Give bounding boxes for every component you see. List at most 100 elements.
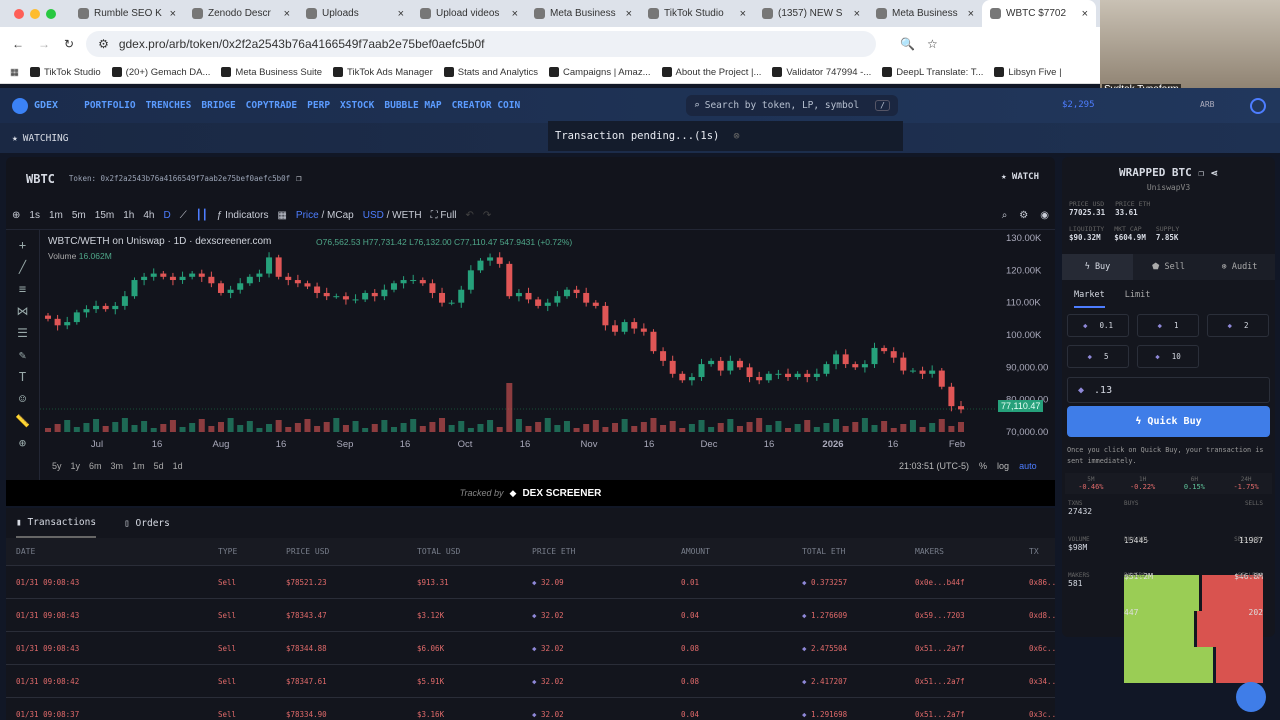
redo-icon[interactable]: ↷	[483, 210, 491, 221]
bookmark-item[interactable]: Meta Business Suite	[221, 67, 322, 78]
range-button[interactable]: 6m	[89, 461, 102, 471]
forward-icon[interactable]: →	[38, 37, 50, 51]
close-tab-icon[interactable]: ×	[968, 8, 974, 20]
undo-icon[interactable]: ↶	[466, 210, 474, 221]
close-tab-icon[interactable]: ×	[170, 8, 176, 20]
tab-buy[interactable]: ϟ Buy	[1062, 254, 1133, 280]
site-settings-icon[interactable]: ⚙	[98, 37, 109, 51]
candle-icon[interactable]: ┃┃	[196, 210, 208, 221]
bookmark-item[interactable]: Libsyn Five |	[994, 67, 1062, 78]
bookmark-item[interactable]: DeepL Translate: T...	[882, 67, 983, 78]
tab-transactions[interactable]: ▮ Transactions	[16, 509, 97, 538]
wallet-balance[interactable]: $2,295	[1062, 100, 1095, 110]
tab-orders[interactable]: ▯ Orders	[124, 518, 170, 529]
quick-buy-button[interactable]: ϟ Quick Buy	[1067, 406, 1270, 437]
bookmark-item[interactable]: TikTok Studio	[29, 67, 101, 78]
browser-tab[interactable]: TikTok Studio ×	[640, 0, 754, 27]
close-tab-icon[interactable]: ×	[740, 8, 746, 20]
close-tab-icon[interactable]: ×	[626, 8, 632, 20]
apps-icon[interactable]: ▦	[10, 67, 19, 78]
nav-item[interactable]: PERP	[307, 100, 330, 111]
profile-icon[interactable]	[1250, 98, 1266, 114]
nav-item[interactable]: XSTOCK	[340, 100, 374, 111]
percent-toggle[interactable]: %	[979, 461, 987, 471]
indicators-button[interactable]: ƒ Indicators	[217, 210, 269, 221]
table-row[interactable]: 01/31 09:08:43 Sell $78521.23 $913.31 ◆ 32.0…	[6, 566, 1055, 599]
chart-type-icon[interactable]: ⟋	[180, 210, 187, 221]
copy-icon[interactable]: ❐	[296, 174, 301, 184]
settings-icon[interactable]: ⚙	[1019, 210, 1028, 221]
table-cell[interactable]: 0x86...bca1	[1029, 578, 1055, 587]
browser-tab[interactable]: Meta Business ×	[526, 0, 640, 27]
browser-tab[interactable]: (1357) NEW S ×	[754, 0, 868, 27]
nav-item[interactable]: CREATOR COIN	[452, 100, 521, 111]
tab-audit[interactable]: ⊛ Audit	[1204, 254, 1275, 280]
price-change[interactable]: 6H 0.15%	[1168, 473, 1221, 494]
close-icon[interactable]: ⊗	[733, 130, 739, 142]
table-row[interactable]: 01/31 09:08:37 Sell $78334.90 $3.16K ◆ 32.02…	[6, 698, 1055, 720]
tab-sell[interactable]: ⬟ Sell	[1133, 254, 1204, 280]
browser-tab[interactable]: Zenodo Descr ×	[184, 0, 298, 27]
add-symbol-icon[interactable]: ⊕	[12, 210, 20, 221]
price-mcap-toggle[interactable]: Price / MCap	[296, 210, 354, 221]
usd-weth-toggle[interactable]: USD / WETH	[363, 210, 422, 221]
dexscreener-brand[interactable]: DEX SCREENER	[522, 488, 601, 499]
browser-tab[interactable]: Rumble SEO K ×	[70, 0, 184, 27]
bookmark-item[interactable]: About the Project |...	[661, 67, 761, 78]
reload-icon[interactable]: ↻	[64, 37, 74, 51]
close-tab-icon[interactable]: ×	[1082, 8, 1088, 20]
table-row[interactable]: 01/31 09:08:43 Sell $78343.47 $3.12K ◆ 32.02…	[6, 599, 1055, 632]
table-cell[interactable]: 0x6c...fee1	[1029, 644, 1055, 653]
bookmark-item[interactable]: (20+) Gemach DA...	[111, 67, 210, 78]
table-row[interactable]: 01/31 09:08:43 Sell $78344.88 $6.06K ◆ 32.02…	[6, 632, 1055, 665]
preset-amount-button[interactable]: ◆ 5	[1067, 345, 1129, 368]
interval-button[interactable]: 1h	[123, 210, 134, 221]
price-change[interactable]: 5M -0.46%	[1065, 473, 1117, 494]
url-input[interactable]: ⚙ gdex.pro/arb/token/0x2f2a2543b76a416654…	[86, 31, 877, 57]
range-button[interactable]: 5y	[52, 461, 62, 471]
table-cell[interactable]: 0x3c...2740	[1029, 710, 1055, 719]
zoom-icon[interactable]: 🔍	[900, 37, 915, 51]
layout-icon[interactable]: ▦	[277, 210, 286, 221]
watch-button[interactable]: ★ WATCH	[1001, 172, 1039, 182]
interval-button[interactable]: D	[163, 210, 170, 221]
network-selector[interactable]: ARB	[1200, 100, 1214, 109]
close-tab-icon[interactable]: ×	[398, 8, 404, 20]
interval-button[interactable]: 15m	[95, 210, 114, 221]
nav-item[interactable]: BUBBLE MAP	[384, 100, 441, 111]
range-button[interactable]: 1y	[71, 461, 81, 471]
browser-tab[interactable]: Upload videos ×	[412, 0, 526, 27]
range-button[interactable]: 1m	[132, 461, 145, 471]
chat-button[interactable]	[1236, 682, 1266, 712]
bookmark-item[interactable]: Campaigns | Amaz...	[549, 67, 651, 78]
table-cell[interactable]: 0x0e...b44f	[915, 578, 1029, 587]
search-chart-icon[interactable]: ⌕	[1002, 210, 1008, 221]
auto-toggle[interactable]: auto	[1019, 461, 1037, 471]
camera-icon[interactable]: ◉	[1040, 210, 1049, 221]
window-controls[interactable]	[0, 8, 70, 19]
table-row[interactable]: 01/31 09:08:42 Sell $78347.61 $5.91K ◆ 32.02…	[6, 665, 1055, 698]
nav-item[interactable]: COPYTRADE	[246, 100, 297, 111]
nav-item[interactable]: PORTFOLIO	[84, 100, 135, 111]
gdex-logo[interactable]: GDEX	[12, 97, 58, 114]
close-tab-icon[interactable]: ×	[854, 8, 860, 20]
table-cell[interactable]: 0x51...2a7f	[915, 644, 1029, 653]
share-icon[interactable]: ⋖	[1210, 169, 1218, 179]
browser-tab[interactable]: Meta Business ×	[868, 0, 982, 27]
preset-amount-button[interactable]: ◆ 2	[1207, 314, 1269, 337]
bookmark-star-icon[interactable]: ☆	[927, 37, 938, 51]
price-change[interactable]: 24H -1.75%	[1220, 473, 1272, 494]
browser-tab[interactable]: WBTC $7702 ×	[982, 0, 1096, 27]
nav-item[interactable]: BRIDGE	[201, 100, 235, 111]
amount-input[interactable]: ◆ .13	[1067, 377, 1270, 403]
close-tab-icon[interactable]: ×	[284, 8, 290, 20]
table-cell[interactable]: 0x59...7203	[915, 611, 1029, 620]
preset-amount-button[interactable]: ◆ 0.1	[1067, 314, 1129, 337]
table-cell[interactable]: 0xd8...d44f	[1029, 611, 1055, 620]
log-toggle[interactable]: log	[997, 461, 1009, 471]
table-cell[interactable]: 0x51...2a7f	[915, 677, 1029, 686]
mode-limit[interactable]: Limit	[1125, 290, 1151, 308]
fullscreen-button[interactable]: ⛶ Full	[431, 210, 457, 221]
preset-amount-button[interactable]: ◆ 10	[1137, 345, 1199, 368]
interval-button[interactable]: 1m	[49, 210, 63, 221]
